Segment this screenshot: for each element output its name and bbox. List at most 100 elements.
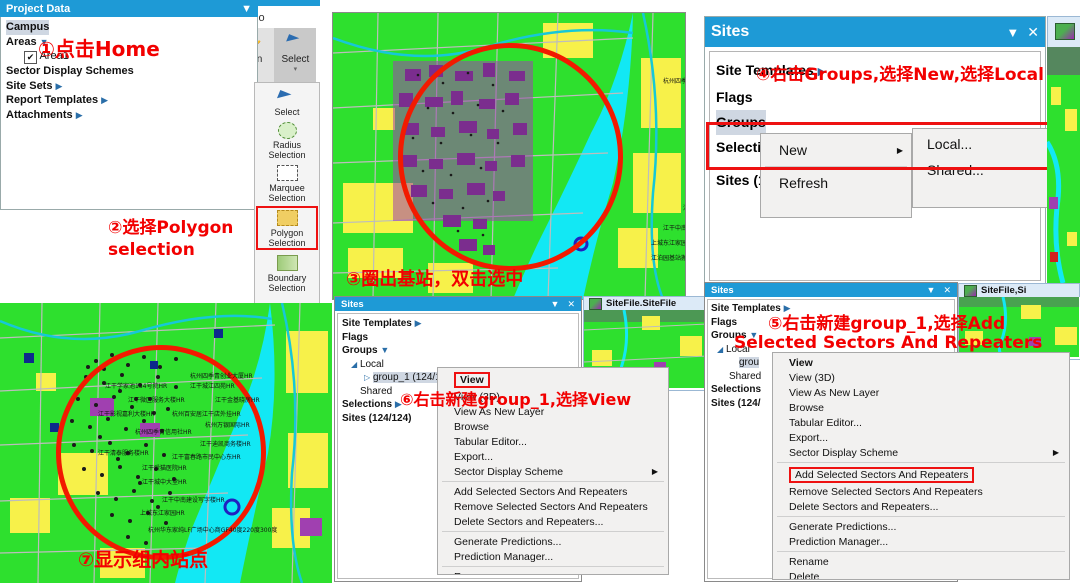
annotation-step-3: ③圈出基站，双击选中 bbox=[346, 269, 524, 290]
context-menu-item[interactable]: Sector Display Scheme ▶ bbox=[438, 464, 668, 479]
context-menu-item-label: Tabular Editor... bbox=[789, 416, 862, 429]
context-menu-item-label: Export... bbox=[789, 431, 829, 444]
tree-item-sector-display-schemes[interactable]: Sector Display Schemes bbox=[6, 64, 257, 79]
context-menu-item[interactable]: Generate Predictions... bbox=[773, 519, 1069, 534]
chevron-down-icon[interactable]: ▼ bbox=[927, 285, 936, 295]
map-label: 上城东江家园HR bbox=[651, 240, 686, 247]
sites-top-item-flags[interactable]: Flags bbox=[716, 85, 1040, 110]
close-icon[interactable]: ✕ bbox=[567, 299, 575, 310]
context-menu-item[interactable]: Prediction Manager... bbox=[438, 549, 668, 564]
context-menu-item[interactable]: View (3D) bbox=[773, 370, 1069, 385]
map-label: 江干中南建设写字楼HR bbox=[162, 497, 225, 504]
groups-context-menu[interactable]: New ▶ Refresh bbox=[760, 133, 912, 218]
context-menu-items-bottom[interactable]: View View (3D) View As New Layer Browse Tabu… bbox=[773, 355, 1069, 580]
group1-context-menu-bottom[interactable]: View View (3D) View As New Layer Browse Tabu… bbox=[772, 352, 1070, 580]
context-menu-item[interactable]: Browse bbox=[773, 400, 1069, 415]
arrow-cursor-icon bbox=[276, 89, 298, 105]
context-menu-item-label: View As New Layer bbox=[789, 386, 880, 399]
context-menu-item-label: Delete Sectors and Repeaters... bbox=[789, 500, 939, 513]
map-label: 杭州华东家纯LF广场中心商GF40度220度300度 bbox=[148, 527, 278, 534]
context-menu-item[interactable]: Add Selected Sectors And Repeaters bbox=[773, 465, 1069, 484]
doc-tab-mid[interactable]: SiteFile.SiteFile bbox=[583, 296, 708, 310]
chevron-down-icon[interactable]: ▼ bbox=[380, 345, 389, 355]
tree-item-attachments[interactable]: Attachments ▶ bbox=[6, 108, 257, 123]
context-menu-item[interactable]: Delete Sectors and Repeaters... bbox=[773, 499, 1069, 514]
context-menu-item[interactable]: Delete Sectors and Repeaters... bbox=[438, 514, 668, 529]
map-label: 杭州百安居江干店外挂HR bbox=[172, 411, 241, 418]
context-menu-item[interactable]: Tabular Editor... bbox=[438, 434, 668, 449]
expander-open-icon[interactable]: ◢ bbox=[351, 360, 357, 369]
sites-mid-item-groups[interactable]: Groups ▼ bbox=[342, 344, 578, 358]
context-menu-item[interactable]: Prediction Manager... bbox=[773, 534, 1069, 549]
map-label: 江干学家池134号院HR bbox=[105, 383, 168, 390]
radius-selection-icon bbox=[277, 121, 297, 139]
chevron-right-icon: ▶ bbox=[1052, 448, 1059, 457]
area1-checkbox[interactable]: ✔ bbox=[24, 51, 37, 64]
tool-marquee-label-2: Selection bbox=[268, 193, 306, 203]
chevron-down-icon[interactable]: ▼ bbox=[241, 3, 252, 15]
chevron-down-icon[interactable]: ▼ bbox=[1006, 25, 1019, 40]
sites-mid-item-site-templates[interactable]: Site Templates ▶ bbox=[342, 317, 578, 331]
expander-open-icon[interactable]: ◢ bbox=[717, 345, 723, 354]
chevron-right-icon[interactable]: ▶ bbox=[76, 110, 83, 120]
chevron-right-icon[interactable]: ▶ bbox=[101, 95, 108, 105]
context-menu-item-refresh[interactable]: Refresh bbox=[761, 169, 911, 197]
map-strip-top-right[interactable] bbox=[1047, 47, 1080, 283]
map-label: 江干迪凯商务楼HR bbox=[200, 441, 251, 448]
context-menu-item[interactable]: Delete bbox=[773, 569, 1069, 580]
sites-mid-item-flags[interactable]: Flags bbox=[342, 331, 578, 345]
map-view-bottom-left[interactable]: 杭州四季青创业大厦HR 江干学家池134号院HR 江干城江四苑HR 江干微区服务大楼H… bbox=[0, 303, 332, 583]
select-tools-flyout[interactable]: Select Radius Selection Marquee Selectio… bbox=[254, 82, 320, 310]
map-label: 杭州四季青信用社HR bbox=[135, 429, 192, 436]
tool-boundary-selection[interactable]: Boundary Selection bbox=[256, 253, 318, 293]
expander-closed-icon[interactable]: ▷ bbox=[364, 373, 370, 382]
context-menu-item[interactable]: View As New Layer bbox=[773, 385, 1069, 400]
new-submenu[interactable]: Local... Shared... bbox=[912, 128, 1064, 208]
context-menu-item-label: View bbox=[789, 356, 813, 369]
project-data-panel: Project Data ▼ Campus Areas ▼ ✔ Area1 Se… bbox=[0, 0, 258, 210]
sites-mid-title: Sites bbox=[341, 298, 364, 310]
context-menu-item[interactable]: Sector Display Scheme ▶ bbox=[773, 445, 1069, 460]
submenu-item-local[interactable]: Local... bbox=[913, 131, 1063, 157]
tool-polygon-label-2: Selection bbox=[268, 238, 306, 248]
chevron-down-icon[interactable]: ▼ bbox=[551, 299, 560, 309]
tool-polygon-selection[interactable]: Polygon Selection bbox=[256, 206, 318, 250]
annotation-step-7: ⑦显示组内站点 bbox=[78, 549, 209, 571]
submenu-item-shared[interactable]: Shared... bbox=[913, 157, 1063, 183]
context-menu-item[interactable]: Tabular Editor... bbox=[773, 415, 1069, 430]
context-menu-separator bbox=[777, 551, 1065, 552]
select-button[interactable]: Select ▾ bbox=[274, 28, 317, 82]
context-menu-item[interactable]: Browse bbox=[438, 419, 668, 434]
context-menu-separator bbox=[442, 566, 664, 567]
context-menu-item[interactable]: Export... bbox=[438, 449, 668, 464]
marquee-selection-icon bbox=[276, 165, 298, 181]
context-menu-item[interactable]: Generate Predictions... bbox=[438, 534, 668, 549]
context-menu-item[interactable]: Export... bbox=[773, 430, 1069, 445]
tool-radius-selection[interactable]: Radius Selection bbox=[256, 120, 318, 160]
tree-item-site-sets[interactable]: Site Sets ▶ bbox=[6, 79, 257, 94]
context-menu-item[interactable]: View bbox=[773, 355, 1069, 370]
context-menu-item[interactable]: Remove Selected Sectors And Repeaters bbox=[438, 499, 668, 514]
project-data-title: Project Data bbox=[6, 2, 71, 15]
sites-top-item-groups[interactable]: Groups bbox=[716, 110, 766, 135]
context-menu-item-new[interactable]: New ▶ bbox=[761, 136, 911, 164]
tree-item-report-templates[interactable]: Report Templates ▶ bbox=[6, 93, 257, 108]
close-icon[interactable]: ✕ bbox=[1027, 24, 1039, 41]
close-icon[interactable]: ✕ bbox=[943, 285, 951, 296]
context-menu-item[interactable]: Add Selected Sectors And Repeaters bbox=[438, 484, 668, 499]
context-menu-item[interactable]: Rename bbox=[438, 569, 668, 575]
map-thumbnail-tab-top[interactable] bbox=[1047, 16, 1080, 48]
select-dropdown-arrow-icon[interactable]: ▾ bbox=[274, 65, 316, 73]
tool-marquee-selection[interactable]: Marquee Selection bbox=[256, 163, 318, 203]
tool-select[interactable]: Select bbox=[256, 87, 318, 117]
doc-tab-bottom[interactable]: SiteFile,Si bbox=[958, 283, 1080, 297]
map-label: 江干金基晓房HR bbox=[215, 397, 260, 404]
chevron-right-icon[interactable]: ▶ bbox=[56, 81, 63, 91]
sites-top-title: Sites bbox=[711, 23, 750, 40]
context-menu-item[interactable]: Remove Selected Sectors And Repeaters bbox=[773, 484, 1069, 499]
map-view-top[interactable]: 杭州四季青创业大厦HR江干城江七苑HR江干金基晓房HR店外挂HR杭州万银国际HR… bbox=[332, 12, 686, 300]
context-menu-separator bbox=[442, 481, 664, 482]
chevron-right-icon[interactable]: ▶ bbox=[415, 318, 422, 328]
context-menu-item[interactable]: Rename bbox=[773, 554, 1069, 569]
context-menu-item-label: Browse bbox=[454, 420, 490, 433]
